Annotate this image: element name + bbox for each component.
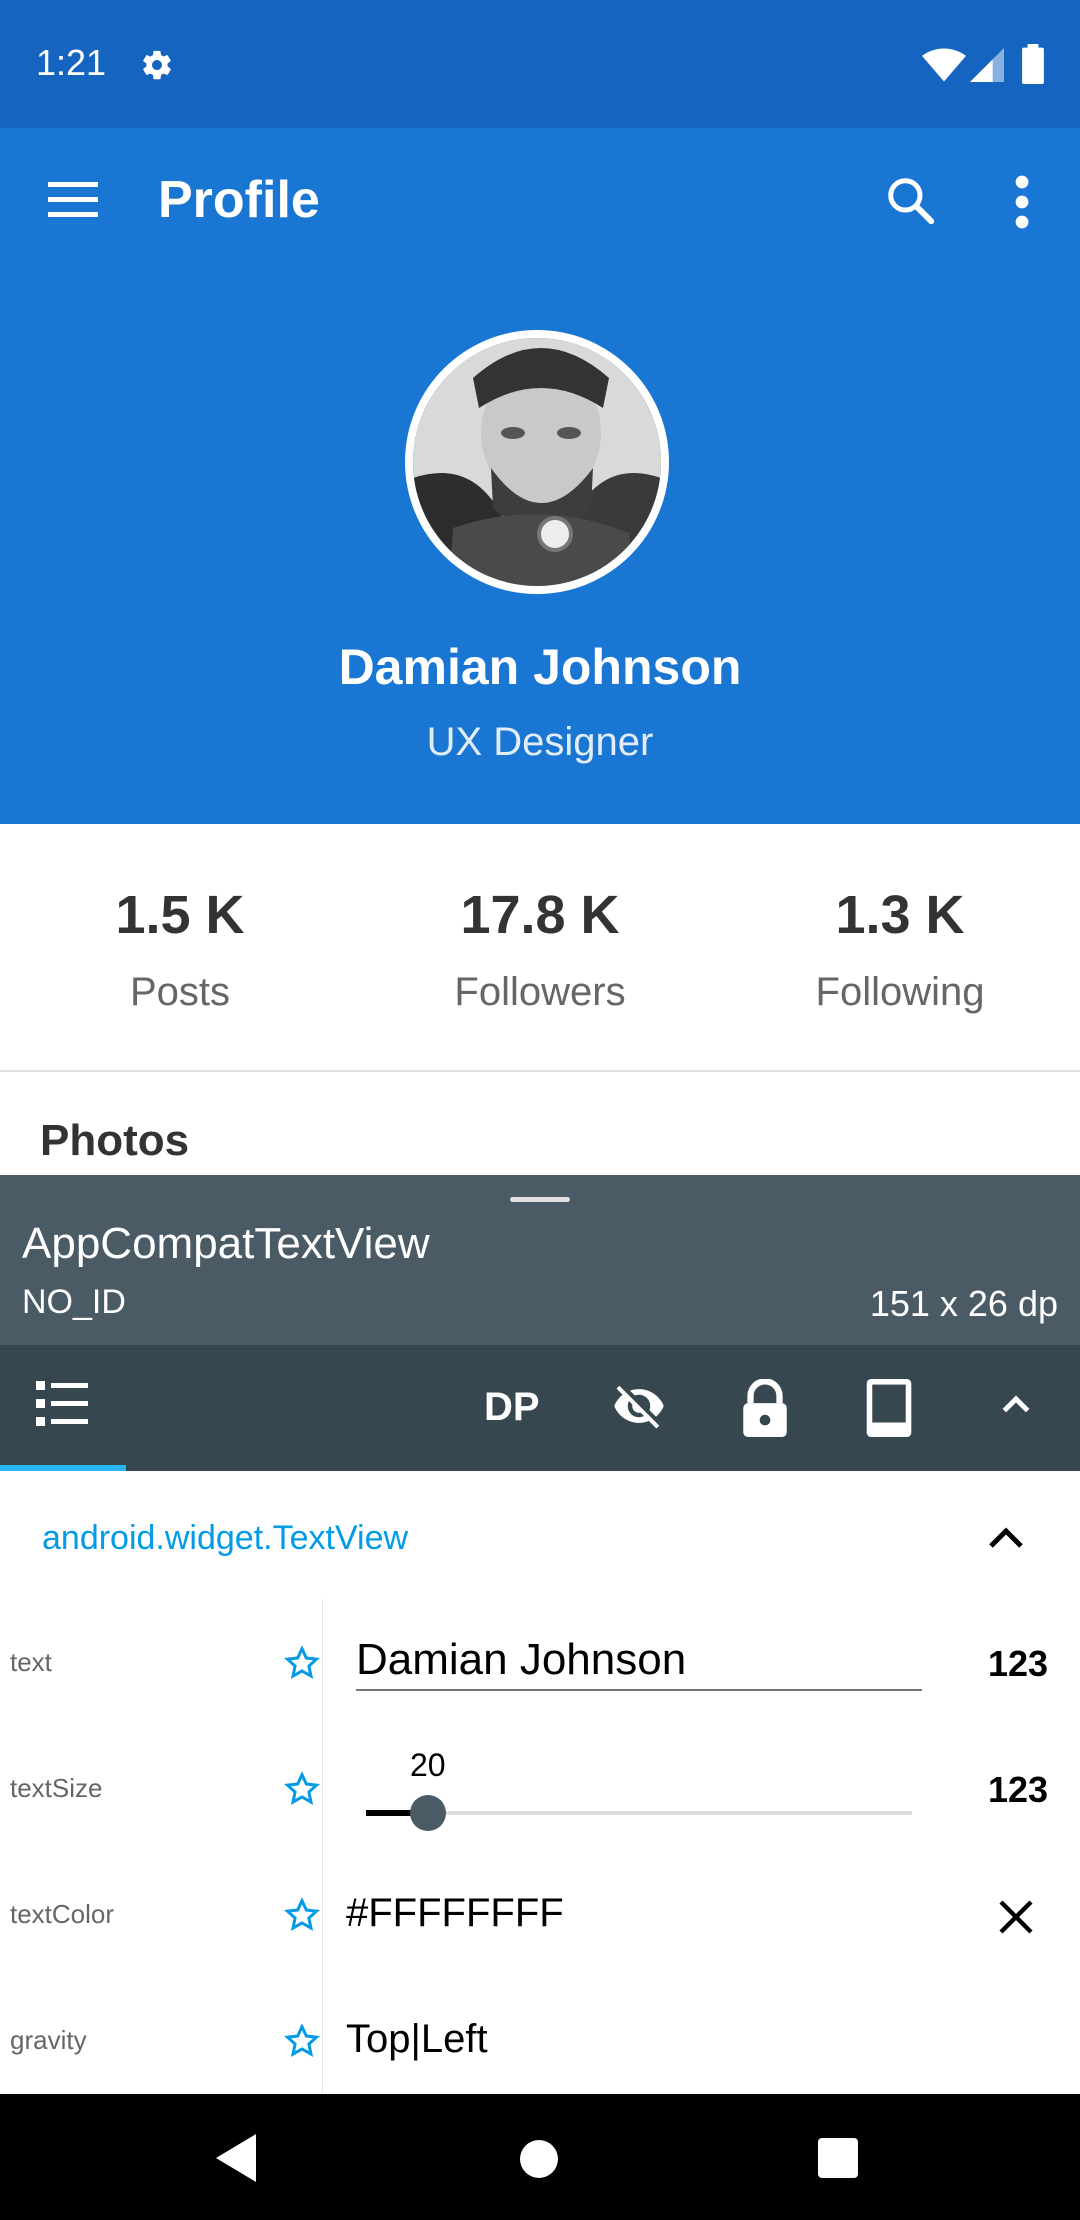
star-icon[interactable] <box>284 1771 320 1807</box>
home-icon[interactable] <box>520 2140 558 2178</box>
wifi-icon <box>922 48 966 82</box>
signal-icon <box>970 48 1004 82</box>
slider-thumb[interactable] <box>410 1795 446 1831</box>
menu-icon[interactable] <box>48 178 98 222</box>
package-header[interactable]: android.widget.TextView <box>0 1471 1080 1600</box>
status-bar: 1:21 <box>0 0 1080 128</box>
stat-followers[interactable]: 17.8 K Followers <box>360 884 720 1015</box>
search-icon[interactable] <box>884 174 938 228</box>
property-key: text <box>10 1647 52 1677</box>
lock-icon[interactable] <box>740 1379 790 1437</box>
slider-track[interactable] <box>366 1811 912 1815</box>
stat-value: 17.8 K <box>460 885 620 945</box>
property-row-textsize: textSize 20 123 <box>0 1725 1080 1852</box>
text-value: Damian Johnson <box>356 1635 687 1684</box>
stat-posts[interactable]: 1.5 K Posts <box>0 884 360 1015</box>
star-icon[interactable] <box>284 2023 320 2059</box>
list-icon[interactable] <box>36 1379 88 1429</box>
stat-label: Posts <box>129 970 231 1014</box>
system-nav-bar <box>0 2094 1080 2220</box>
text-color-value[interactable]: #FFFFFFFF <box>346 1891 564 1936</box>
slider-value: 20 <box>410 1747 446 1783</box>
page-title: Profile <box>158 171 320 229</box>
chevron-up-icon[interactable] <box>996 1379 1036 1429</box>
profile-role: UX Designer <box>426 720 654 764</box>
profile-header: Damian Johnson UX Designer <box>0 280 1080 824</box>
package-name: android.widget.TextView <box>42 1519 409 1557</box>
battery-icon <box>1022 44 1044 84</box>
view-size: 151 x 26 dp <box>869 1283 1058 1324</box>
tablet-icon[interactable] <box>866 1379 912 1437</box>
view-class-name: AppCompatTextView <box>22 1219 430 1268</box>
status-time: 1:21 <box>36 42 107 83</box>
stat-label: Followers <box>454 970 626 1014</box>
column-divider <box>322 1725 323 1851</box>
property-row-gravity: gravity Top|Left <box>0 1977 1080 2094</box>
photos-heading: Photos <box>40 1116 190 1165</box>
text-value-input[interactable]: Damian Johnson <box>356 1629 922 1691</box>
stats-bar: 1.5 K Posts 17.8 K Followers 1.3 K Follo… <box>0 824 1080 1072</box>
chevron-up-icon[interactable] <box>986 1521 1026 1551</box>
more-vert-icon[interactable] <box>1010 174 1034 230</box>
column-divider <box>322 1599 323 1725</box>
gravity-value[interactable]: Top|Left <box>346 2017 488 2062</box>
dp-toggle[interactable]: DP <box>484 1385 540 1430</box>
view-id: NO_ID <box>22 1283 126 1321</box>
close-icon[interactable] <box>996 1897 1036 1937</box>
inspector-toolbar: DP <box>0 1345 1080 1471</box>
numeric-mode-button[interactable]: 123 <box>988 1643 1048 1685</box>
profile-name: Damian Johnson <box>338 639 742 695</box>
property-row-textcolor: textColor #FFFFFFFF <box>0 1851 1080 1978</box>
back-icon[interactable] <box>216 2134 256 2182</box>
recents-icon[interactable] <box>818 2138 858 2178</box>
column-divider <box>322 1851 323 1977</box>
avatar[interactable] <box>405 330 669 594</box>
drag-handle[interactable] <box>510 1197 570 1202</box>
inspector-header: AppCompatTextView NO_ID 151 x 26 dp <box>0 1175 1080 1345</box>
app-bar: Profile <box>0 128 1080 280</box>
property-row-text: text Damian Johnson 123 <box>0 1599 1080 1726</box>
star-icon[interactable] <box>284 1897 320 1933</box>
stat-value: 1.5 K <box>115 885 245 945</box>
settings-icon <box>143 50 171 80</box>
star-icon[interactable] <box>284 1645 320 1681</box>
numeric-mode-button[interactable]: 123 <box>988 1769 1048 1811</box>
property-key: gravity <box>10 2025 87 2055</box>
stat-value: 1.3 K <box>835 885 965 945</box>
stat-following[interactable]: 1.3 K Following <box>720 884 1080 1015</box>
property-key: textColor <box>10 1899 115 1929</box>
avatar-photo <box>413 338 661 586</box>
stat-label: Following <box>815 970 985 1014</box>
eye-off-icon[interactable] <box>608 1379 670 1433</box>
property-key: textSize <box>10 1773 103 1803</box>
column-divider <box>322 1977 323 2094</box>
